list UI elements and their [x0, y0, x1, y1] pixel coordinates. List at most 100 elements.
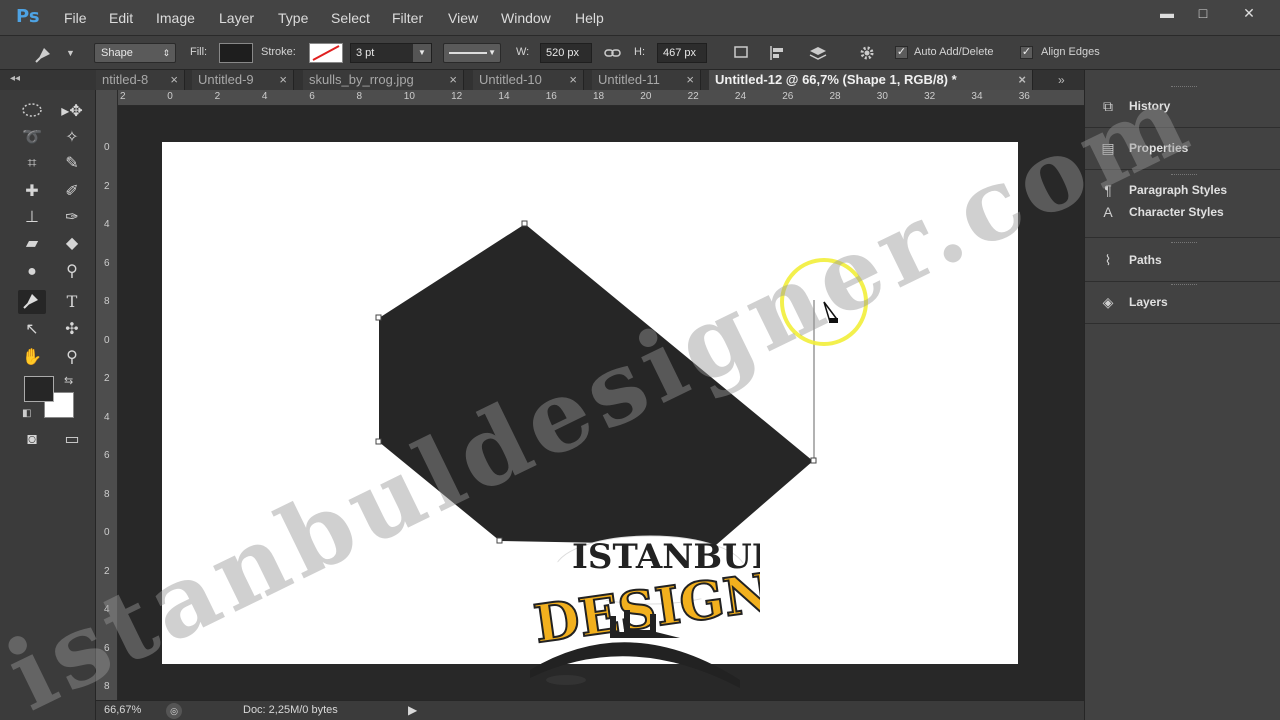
- tab-untitled-9[interactable]: Untitled-9 ×: [192, 70, 294, 90]
- panel-paths[interactable]: ⌇ Paths: [1085, 240, 1280, 282]
- marquee-tool-icon[interactable]: [18, 100, 46, 124]
- ruler-tick-label: 4: [104, 219, 110, 230]
- menu-filter[interactable]: Filter: [392, 10, 423, 26]
- menu-help[interactable]: Help: [575, 10, 604, 26]
- panel-properties[interactable]: ▤ Properties: [1085, 128, 1280, 170]
- export-icon[interactable]: ◎: [166, 703, 182, 719]
- path-operations-icon[interactable]: [732, 44, 752, 62]
- close-tab-icon[interactable]: ×: [1018, 70, 1026, 90]
- options-bar: ▼ Shape ⇕ Fill: Stroke: 3 pt ▼ ▼ W: 520 …: [0, 36, 1280, 70]
- collapse-left-icon[interactable]: ◂◂: [10, 73, 20, 84]
- custom-shape-tool-icon[interactable]: ✣: [58, 318, 86, 342]
- height-field[interactable]: 467 px: [657, 43, 707, 63]
- paint-bucket-tool-icon[interactable]: ◆: [58, 232, 86, 256]
- brush-tool-icon[interactable]: ✐: [58, 180, 86, 204]
- stroke-width-field[interactable]: 3 pt ▼: [350, 43, 432, 63]
- hand-tool-icon[interactable]: ✋: [18, 346, 46, 370]
- path-arrangement-icon[interactable]: [806, 43, 830, 63]
- panel-character-styles[interactable]: A Character Styles: [1085, 198, 1280, 238]
- eyedropper-tool-icon[interactable]: ✎: [58, 152, 86, 176]
- swap-colors-icon[interactable]: ⇆: [64, 374, 73, 387]
- clone-stamp-tool-icon[interactable]: ⊥: [18, 206, 46, 230]
- stroke-swatch[interactable]: [309, 43, 343, 63]
- dodge-tool-icon[interactable]: ⚲: [58, 260, 86, 284]
- path-alignment-icon[interactable]: [768, 44, 788, 62]
- ruler-tick-label: 32: [924, 91, 936, 102]
- fill-swatch[interactable]: [219, 43, 253, 63]
- tab-untitled-11[interactable]: Untitled-11 ×: [592, 70, 701, 90]
- ruler-tick-label: 0: [167, 91, 173, 102]
- path-selection-tool-icon[interactable]: ↖: [18, 318, 46, 342]
- ruler-tick-label: 6: [104, 257, 110, 269]
- tab-skulls-by-rrog[interactable]: skulls_by_rrog.jpg ×: [303, 70, 464, 90]
- chevron-down-icon[interactable]: ▼: [413, 44, 431, 62]
- type-tool-icon[interactable]: T: [58, 290, 86, 314]
- chevron-down-icon[interactable]: ▼: [66, 48, 75, 58]
- panel-history[interactable]: ⧉ History: [1085, 86, 1280, 128]
- close-tab-icon[interactable]: ×: [279, 70, 287, 90]
- minimize-button[interactable]: ▬: [1150, 3, 1184, 23]
- ruler-tick-label: 30: [876, 91, 888, 102]
- ruler-tick-label: 20: [640, 91, 652, 102]
- ruler-tick-label: 16: [545, 91, 557, 102]
- history-brush-tool-icon[interactable]: ✑: [58, 206, 86, 230]
- ruler-tick-label: 12: [451, 91, 463, 102]
- ruler-tick-label: 8: [356, 91, 363, 102]
- default-colors-icon[interactable]: ◧: [22, 408, 31, 419]
- foreground-color-swatch[interactable]: [24, 376, 54, 402]
- close-tab-icon[interactable]: ×: [686, 70, 694, 90]
- panel-paragraph-styles[interactable]: ¶ Paragraph Styles: [1085, 170, 1280, 198]
- menu-file[interactable]: File: [64, 10, 87, 26]
- tab-untitled-10[interactable]: Untitled-10 ×: [473, 70, 584, 90]
- ruler-tick-label: 8: [104, 681, 110, 692]
- ruler-tick-label: 36: [1018, 91, 1030, 102]
- menu-bar: Ps File Edit Image Layer Type Select Fil…: [0, 0, 1280, 36]
- history-icon: ⧉: [1103, 98, 1113, 114]
- stroke-type-select[interactable]: ▼: [443, 43, 501, 63]
- crop-tool-icon[interactable]: ⌗: [18, 152, 46, 176]
- pen-tool-preset-icon[interactable]: [34, 44, 56, 64]
- menu-select[interactable]: Select: [331, 10, 370, 26]
- quick-mask-icon[interactable]: ◙: [18, 428, 46, 452]
- screen-mode-icon[interactable]: ▭: [58, 428, 86, 452]
- auto-add-delete-label: Auto Add/Delete: [914, 46, 994, 58]
- auto-add-delete-checkbox[interactable]: ✓: [895, 46, 908, 59]
- healing-brush-tool-icon[interactable]: ✚: [18, 180, 46, 204]
- menu-view[interactable]: View: [448, 10, 478, 26]
- maximize-button[interactable]: □: [1186, 3, 1220, 23]
- status-menu-arrow-icon[interactable]: ▶: [408, 703, 417, 717]
- panel-layers[interactable]: ◈ Layers: [1085, 282, 1280, 324]
- menu-layer[interactable]: Layer: [219, 10, 254, 26]
- tool-mode-select[interactable]: Shape ⇕: [94, 43, 176, 63]
- close-tab-icon[interactable]: ×: [569, 70, 577, 90]
- panel-label: Paths: [1129, 253, 1162, 267]
- tab-untitled-8[interactable]: ntitled-8 ×: [96, 70, 185, 90]
- gear-icon[interactable]: [857, 44, 877, 62]
- close-button[interactable]: ✕: [1232, 3, 1266, 23]
- close-tab-icon[interactable]: ×: [170, 70, 178, 90]
- menu-image[interactable]: Image: [156, 10, 195, 26]
- ruler-tick-label: 10: [403, 91, 415, 102]
- tab-untitled-12[interactable]: Untitled-12 @ 66,7% (Shape 1, RGB/8) * ×: [709, 70, 1033, 90]
- magic-wand-tool-icon[interactable]: ✧: [58, 126, 86, 150]
- ruler-tick-label: 8: [104, 488, 110, 500]
- lasso-tool-icon[interactable]: ➰: [18, 126, 46, 150]
- move-tool-icon[interactable]: ▸✥: [58, 100, 86, 124]
- zoom-level[interactable]: 66,67%: [104, 704, 141, 716]
- menu-type[interactable]: Type: [278, 10, 308, 26]
- eraser-tool-icon[interactable]: ▰: [18, 232, 46, 256]
- document-tabs: ntitled-8 × Untitled-9 × skulls_by_rrog.jp…: [96, 70, 1084, 90]
- properties-icon: ▤: [1101, 140, 1115, 156]
- width-field[interactable]: 520 px: [540, 43, 592, 63]
- link-icon[interactable]: [604, 46, 622, 60]
- more-tabs-icon[interactable]: »: [1058, 73, 1065, 87]
- menu-window[interactable]: Window: [501, 10, 551, 26]
- blur-tool-icon[interactable]: ●: [18, 260, 46, 284]
- tab-label: Untitled-10: [479, 72, 542, 87]
- zoom-tool-icon[interactable]: ⚲: [58, 346, 86, 370]
- close-tab-icon[interactable]: ×: [449, 70, 457, 90]
- tools-panel: ▸✥ ➰ ✧ ⌗ ✎ ✚ ✐ ⊥ ✑ ▰ ◆ ● ⚲ T ↖ ✣ ✋ ⚲ ⇆ ◧…: [0, 90, 96, 720]
- align-edges-checkbox[interactable]: ✓: [1020, 46, 1033, 59]
- pen-tool-icon[interactable]: [18, 290, 46, 314]
- menu-edit[interactable]: Edit: [109, 10, 133, 26]
